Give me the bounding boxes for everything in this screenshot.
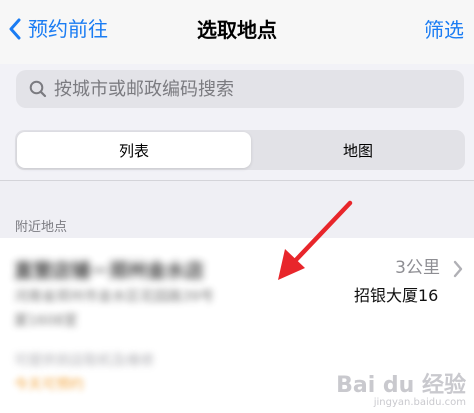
location-address-line1: 河南省郑州市金水区花园路39号: [14, 289, 214, 305]
search-input[interactable]: [54, 78, 444, 100]
location-availability-tag: 今天可预约: [14, 377, 84, 393]
location-service-info: 可提供到店取机及维修: [14, 353, 154, 369]
location-building: 招银大厦16: [354, 286, 439, 305]
watermark-sub: jingyan.baidu.com: [373, 397, 466, 408]
segment-list[interactable]: 列表: [17, 132, 251, 168]
segment-map[interactable]: 地图: [253, 132, 463, 168]
section-title: 附近地点: [15, 220, 68, 235]
filter-button[interactable]: 筛选: [424, 20, 464, 40]
watermark-main: Bai du 经验: [336, 373, 466, 398]
navigation-bar: 预约前往 选取地点 筛选: [0, 0, 474, 64]
search-icon: [28, 79, 48, 99]
search-bar[interactable]: [16, 70, 464, 108]
location-distance: 3公里: [395, 258, 440, 278]
page-title: 选取地点: [197, 18, 277, 42]
chevron-right-icon: [453, 260, 463, 278]
location-address-line2: 厦1608室: [14, 313, 78, 329]
section-header: 附近地点: [0, 180, 474, 239]
baidu-jingyan-watermark: Bai du 经验 jingyan.baidu.com: [336, 375, 466, 409]
view-segmented-control: 列表 地图: [15, 130, 465, 170]
location-name: 直营店铺－郑州金水店: [14, 260, 205, 282]
